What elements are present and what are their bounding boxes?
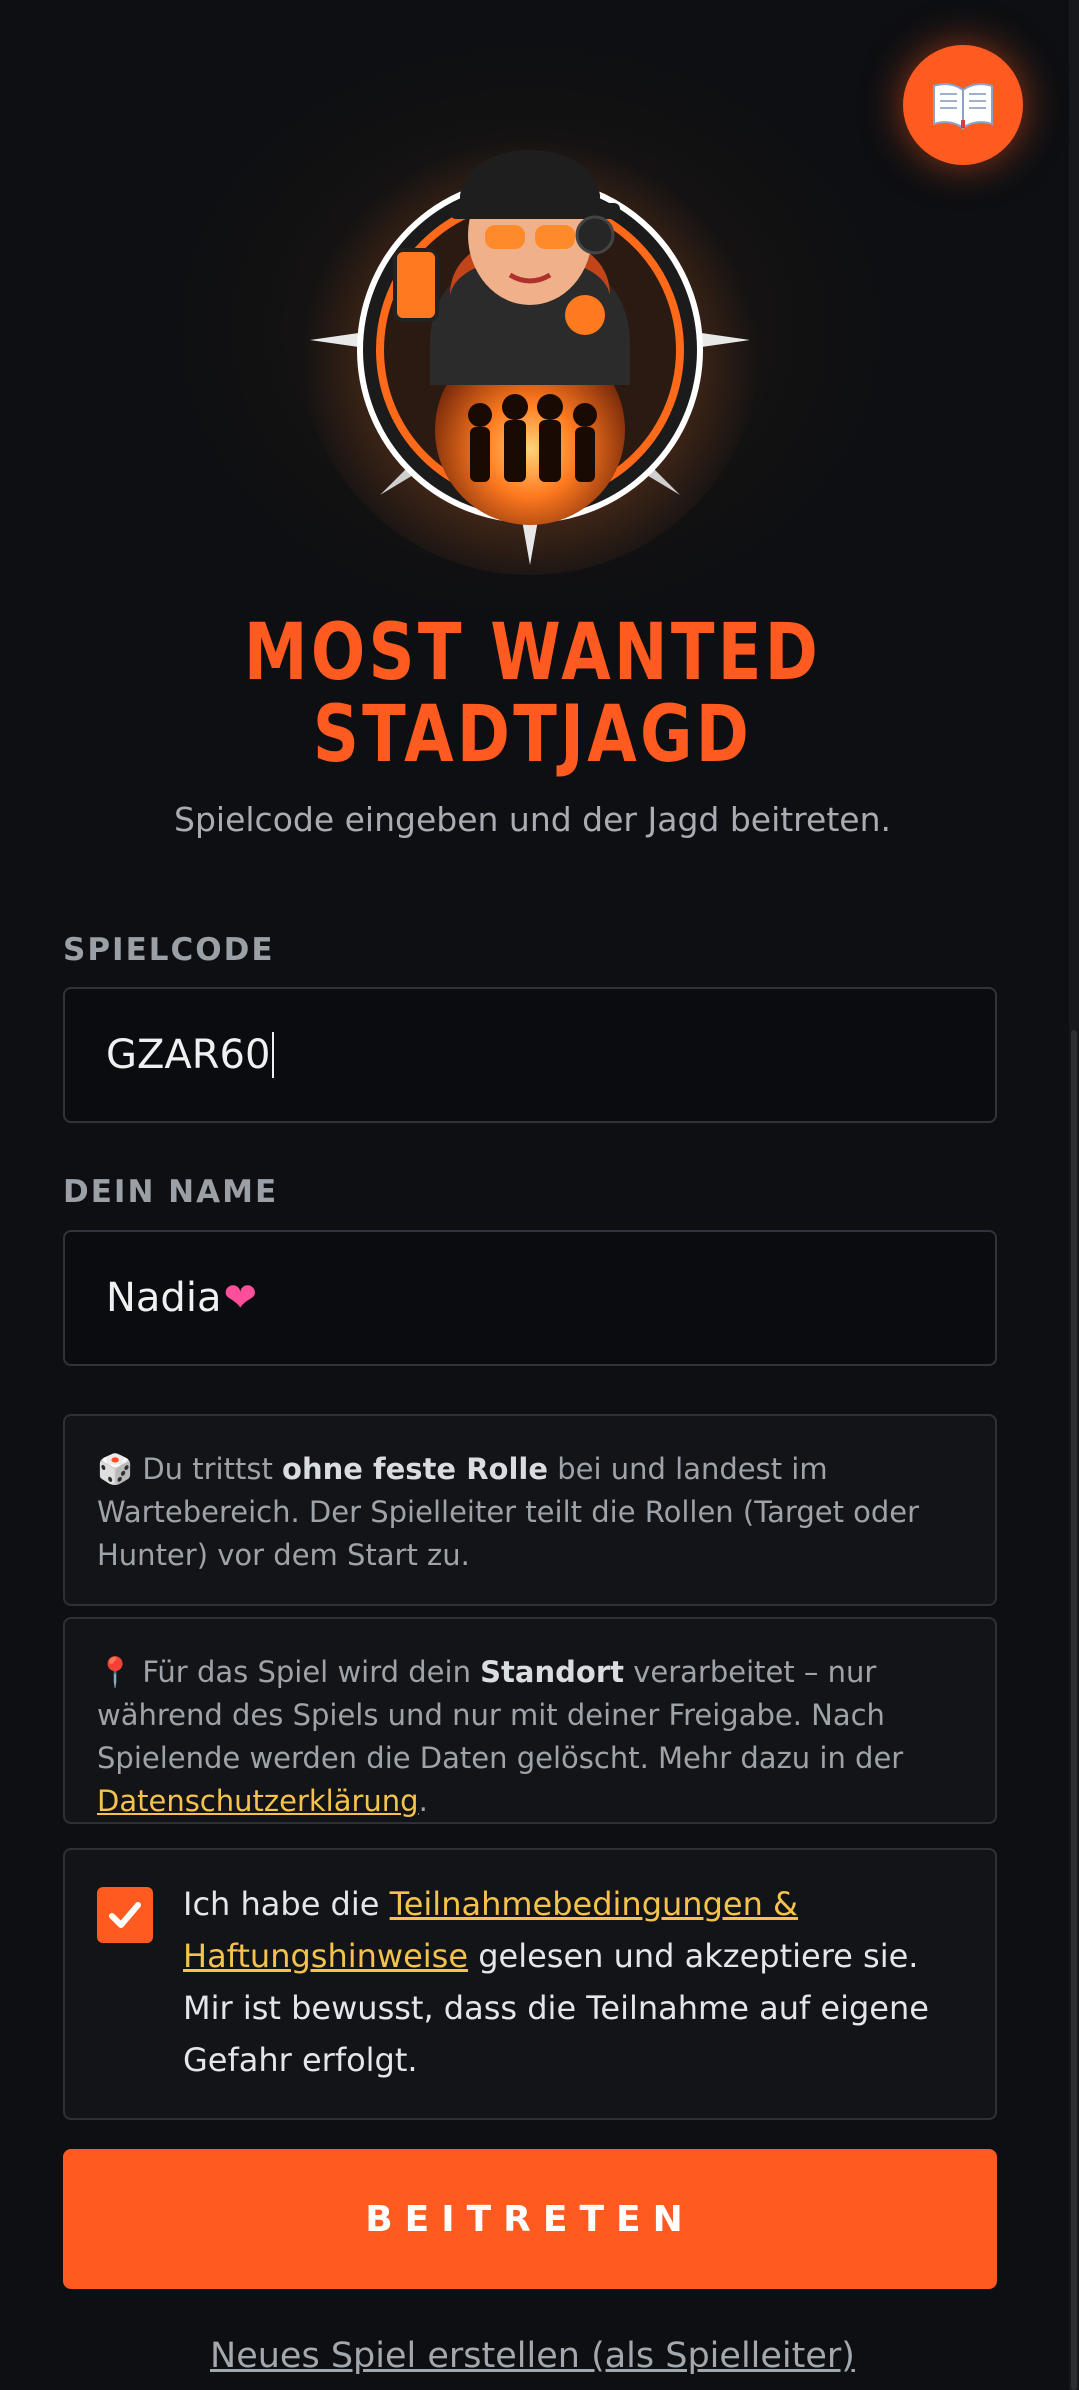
location-info-box: 📍 Für das Spiel wird dein Standort verar… bbox=[63, 1617, 997, 1824]
location-info-end: . bbox=[418, 1784, 428, 1818]
game-code-input[interactable]: GZAR60 bbox=[63, 987, 997, 1123]
text-caret bbox=[272, 1032, 275, 1078]
create-game-link[interactable]: Neues Spiel erstellen (als Spielleiter) bbox=[0, 2336, 1065, 2376]
dice-icon: 🎲 bbox=[97, 1452, 134, 1486]
player-name-value: Nadia bbox=[106, 1275, 222, 1321]
title-line-2: STADTJAGD bbox=[312, 690, 753, 780]
location-info-bold: Standort bbox=[480, 1655, 624, 1689]
page-subtitle: Spielcode eingeben und der Jagd beitrete… bbox=[174, 800, 891, 839]
consent-pre: Ich habe die bbox=[183, 1885, 390, 1923]
game-code-value: GZAR60 bbox=[106, 1032, 271, 1078]
page-title: MOST WANTED STADTJAGD bbox=[96, 612, 969, 776]
role-info-bold: ohne feste Rolle bbox=[282, 1452, 549, 1486]
heart-emoji-icon: ❤ bbox=[223, 1275, 257, 1321]
open-book-icon bbox=[933, 83, 993, 130]
role-info-pre: Du trittst bbox=[133, 1452, 283, 1486]
player-name-input[interactable]: Nadia ❤ bbox=[63, 1230, 997, 1366]
role-info-box: 🎲 Du trittst ohne feste Rolle bei und la… bbox=[63, 1414, 997, 1606]
consent-checkbox[interactable] bbox=[97, 1887, 153, 1943]
title-line-1: MOST WANTED bbox=[243, 608, 822, 698]
scrollbar[interactable] bbox=[1069, 0, 1079, 2390]
consent-text: Ich habe die Teilnahmebedingungen & Haft… bbox=[183, 1878, 963, 2086]
game-logo-emblem bbox=[300, 115, 760, 575]
location-info-pre: Für das Spiel wird dein bbox=[133, 1655, 481, 1689]
manual-button[interactable] bbox=[903, 45, 1023, 165]
consent-box: Ich habe die Teilnahmebedingungen & Haft… bbox=[63, 1848, 997, 2120]
pin-icon: 📍 bbox=[97, 1655, 134, 1689]
scrollbar-thumb[interactable] bbox=[1071, 1030, 1077, 2390]
privacy-policy-link[interactable]: Datenschutzerklärung bbox=[97, 1784, 419, 1818]
join-button[interactable]: BEITRETEN bbox=[63, 2149, 997, 2289]
checkmark-icon bbox=[109, 1902, 141, 1928]
player-name-label: DEIN NAME bbox=[63, 1174, 279, 1210]
game-code-label: SPIELCODE bbox=[63, 932, 275, 968]
